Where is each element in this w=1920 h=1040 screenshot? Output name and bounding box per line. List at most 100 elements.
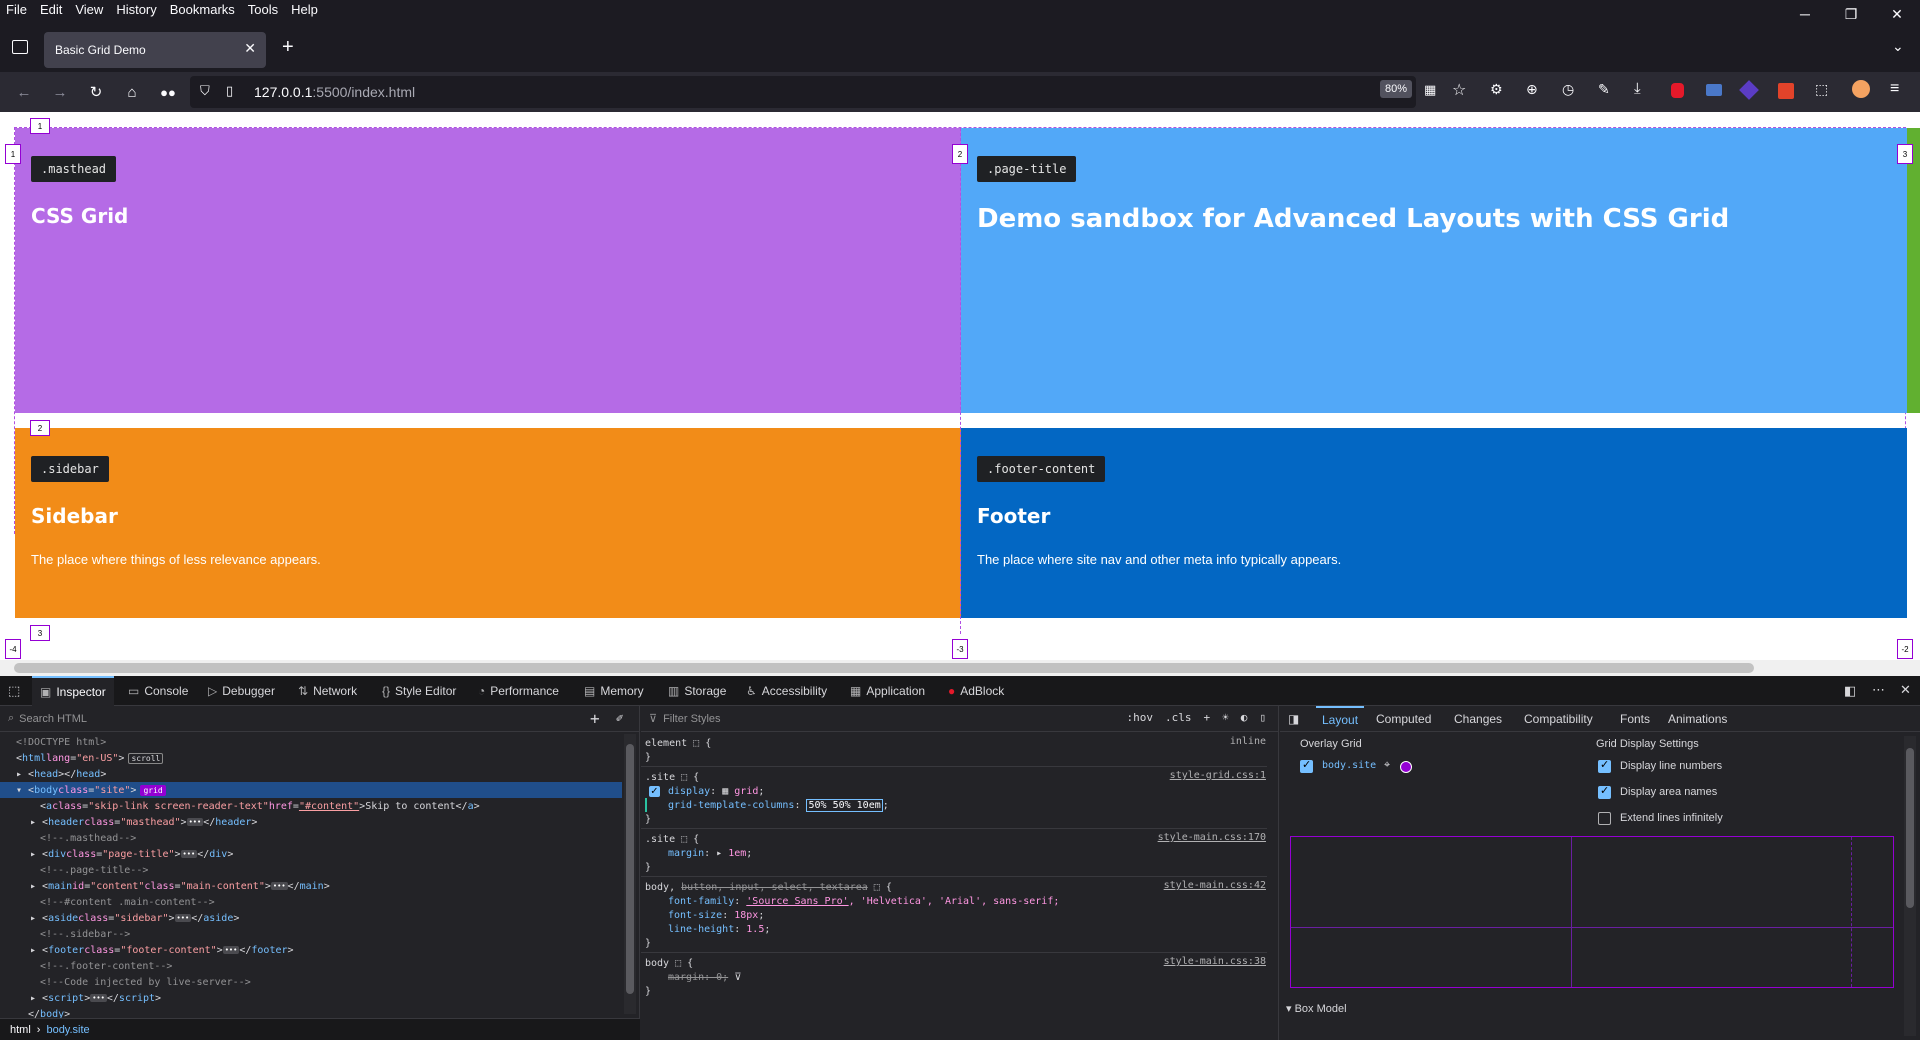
extension-icon[interactable]: ⊕ bbox=[1526, 81, 1538, 98]
tab-compatibility[interactable]: Compatibility bbox=[1524, 706, 1593, 732]
tree-doctype[interactable]: <!DOCTYPE html> bbox=[16, 734, 106, 750]
rule-site-selector-2[interactable]: .site ⬚ { bbox=[645, 832, 699, 846]
rule-body-selector[interactable]: body, button, input, select, textarea ⬚ … bbox=[645, 880, 892, 894]
element-picker-icon[interactable]: ⬚ bbox=[8, 683, 20, 699]
rule-site-selector[interactable]: .site ⬚ { bbox=[645, 770, 699, 784]
menu-help[interactable]: Help bbox=[291, 2, 318, 17]
tree-skip-link[interactable]: < a class = "skip-link screen-reader-text" … bbox=[40, 798, 480, 814]
html-search-bar[interactable]: ⌕ Search HTML bbox=[0, 706, 640, 732]
dark-scheme-icon[interactable]: ◐ bbox=[1241, 711, 1248, 724]
menu-edit[interactable]: Edit bbox=[40, 2, 62, 17]
rule-body-selector-2[interactable]: body ⬚ { bbox=[645, 956, 693, 970]
grid-outline-preview[interactable] bbox=[1290, 836, 1894, 988]
tab-fonts[interactable]: Fonts bbox=[1620, 706, 1650, 732]
hamburger-menu-icon[interactable]: ≡ bbox=[1890, 80, 1899, 98]
scrollbar-thumb[interactable] bbox=[14, 663, 1754, 673]
cls-toggle[interactable]: .cls bbox=[1165, 711, 1192, 724]
menu-history[interactable]: History bbox=[116, 2, 156, 17]
close-devtools-icon[interactable]: ✕ bbox=[1900, 682, 1911, 698]
decl-line-height[interactable]: line-height: 1.5; bbox=[668, 922, 770, 936]
tree-comment-masthead[interactable]: <!--.masthead--> bbox=[40, 830, 136, 846]
tab-adblock[interactable]: ● AdBlock bbox=[948, 676, 1004, 706]
tree-body-selected[interactable]: ▾ < body class = "site" > grid bbox=[0, 782, 622, 798]
highlight-target-icon[interactable]: ⌖ bbox=[1384, 759, 1390, 772]
tree-comment-footer[interactable]: <!--.footer-content--> bbox=[40, 958, 172, 974]
new-tab-button[interactable]: + bbox=[282, 36, 294, 59]
close-tab-icon[interactable]: ✕ bbox=[244, 40, 256, 57]
grid-badge[interactable]: grid bbox=[140, 784, 166, 796]
tree-script[interactable]: ▸ < script > ••• </script > bbox=[30, 990, 161, 1006]
source-link-grid[interactable]: style-grid.css:1 bbox=[1170, 770, 1266, 781]
tab-accessibility[interactable]: ♿ Accessibility bbox=[746, 676, 827, 706]
tree-aside[interactable]: ▸ < aside class = "sidebar" > ••• </aside > bbox=[30, 910, 239, 926]
breadcrumb-body-site[interactable]: body.site bbox=[46, 1024, 89, 1036]
layout-scrollbar-thumb[interactable] bbox=[1906, 748, 1914, 908]
decl-display[interactable]: display: ▦ grid; bbox=[649, 784, 764, 798]
tree-header[interactable]: ▸ < header class = "masthead" > ••• </header > bbox=[30, 814, 257, 830]
tree-comment-page-title[interactable]: <!--.page-title--> bbox=[40, 862, 148, 878]
tab-animations[interactable]: Animations bbox=[1668, 706, 1727, 732]
tab-inspector[interactable]: ▣ Inspector bbox=[32, 676, 114, 706]
private-mask-icon[interactable]: ●● bbox=[156, 80, 180, 104]
list-tabs-chevron-icon[interactable]: ⌄ bbox=[1892, 38, 1904, 55]
display-line-numbers-checkbox[interactable] bbox=[1598, 758, 1611, 773]
screen-extension-icon[interactable] bbox=[1706, 84, 1722, 96]
tab-layout[interactable]: Layout bbox=[1316, 706, 1365, 732]
more-options-icon[interactable]: ⋯ bbox=[1872, 682, 1885, 698]
extend-lines-checkbox[interactable] bbox=[1598, 812, 1611, 825]
menu-bookmarks[interactable]: Bookmarks bbox=[170, 2, 235, 17]
breadcrumb-html[interactable]: html bbox=[10, 1024, 31, 1036]
restore-button[interactable]: ❐ bbox=[1828, 0, 1874, 28]
adblock-extension-icon[interactable] bbox=[1671, 83, 1684, 98]
markup-scrollbar[interactable] bbox=[624, 734, 636, 1014]
home-button[interactable]: ⌂ bbox=[120, 80, 144, 104]
forward-button[interactable]: → bbox=[48, 80, 72, 104]
tree-html[interactable]: < html lang = "en-US" > scroll bbox=[16, 750, 164, 766]
tab-style-editor[interactable]: {} Style Editor bbox=[382, 676, 456, 706]
reload-button[interactable]: ↻ bbox=[84, 80, 108, 104]
dock-side-icon[interactable]: ◧ bbox=[1844, 683, 1856, 699]
grid-apps-icon[interactable]: ▦ bbox=[1424, 82, 1436, 98]
menu-view[interactable]: View bbox=[75, 2, 103, 17]
menu-tools[interactable]: Tools bbox=[248, 2, 278, 17]
shield-icon[interactable]: ⛉ bbox=[200, 83, 210, 99]
tab-memory[interactable]: ▤ Memory bbox=[584, 676, 644, 706]
close-window-button[interactable]: ✕ bbox=[1874, 0, 1920, 28]
tab-storage[interactable]: ▥ Storage bbox=[668, 676, 726, 706]
horizontal-scrollbar[interactable] bbox=[0, 660, 1920, 676]
minimize-button[interactable]: ─ bbox=[1782, 0, 1828, 28]
translate-extension-icon[interactable] bbox=[1778, 83, 1794, 99]
display-area-names-checkbox[interactable] bbox=[1598, 784, 1611, 799]
grid-icon[interactable]: ▦ bbox=[722, 786, 728, 797]
light-scheme-icon[interactable]: ☀ bbox=[1222, 711, 1229, 724]
filter-styles-input[interactable]: Filter Styles bbox=[663, 713, 720, 725]
search-html-input[interactable]: Search HTML bbox=[19, 713, 87, 725]
print-media-icon[interactable]: ▯ bbox=[1259, 711, 1266, 724]
decl-font-family[interactable]: font-family: 'Source Sans Pro', 'Helveti… bbox=[668, 894, 1059, 908]
rule-element[interactable]: element ⬚ { bbox=[645, 736, 711, 750]
box-model-heading[interactable]: ▾ Box Model bbox=[1286, 1002, 1347, 1015]
source-link-main-170[interactable]: style-main.css:170 bbox=[1158, 832, 1266, 843]
tree-comment-live-server[interactable]: <!--Code injected by live-server--> bbox=[40, 974, 251, 990]
tab-performance[interactable]: ◔ Performance bbox=[478, 676, 559, 706]
history-clock-icon[interactable]: ◷ bbox=[1562, 81, 1574, 98]
decl-font-size[interactable]: font-size: 18px; bbox=[668, 908, 764, 922]
purple-extension-icon[interactable] bbox=[1739, 80, 1759, 100]
back-button[interactable]: ← bbox=[12, 80, 36, 104]
overlay-grid-item-label[interactable]: body.site bbox=[1322, 760, 1376, 771]
scroll-badge[interactable]: scroll bbox=[128, 752, 164, 764]
tree-head[interactable]: ▸ < head ></head > bbox=[16, 766, 106, 782]
tree-footer[interactable]: ▸ < footer class = "footer-content" > ••• </fo… bbox=[30, 942, 294, 958]
wrench-icon[interactable]: ✎ bbox=[1598, 81, 1610, 98]
settings-gear-icon[interactable]: ⚙ bbox=[1490, 81, 1503, 98]
tab-console[interactable]: ▭ Console bbox=[128, 676, 188, 706]
layout-scrollbar[interactable] bbox=[1904, 736, 1916, 1036]
toggle-sidebar-icon[interactable]: ◨ bbox=[1288, 712, 1299, 726]
tree-div-page-title[interactable]: ▸ < div class = "page-title" > ••• </div > bbox=[30, 846, 233, 862]
grid-color-swatch[interactable] bbox=[1400, 761, 1412, 773]
tab-overview-icon[interactable] bbox=[12, 40, 28, 54]
overlay-body-site-checkbox[interactable] bbox=[1300, 758, 1313, 773]
hov-toggle[interactable]: :hov bbox=[1127, 711, 1154, 724]
grid-template-columns-value-input[interactable]: 50% 50% 10em bbox=[806, 798, 883, 812]
tab-debugger[interactable]: ▷ Debugger bbox=[208, 676, 275, 706]
